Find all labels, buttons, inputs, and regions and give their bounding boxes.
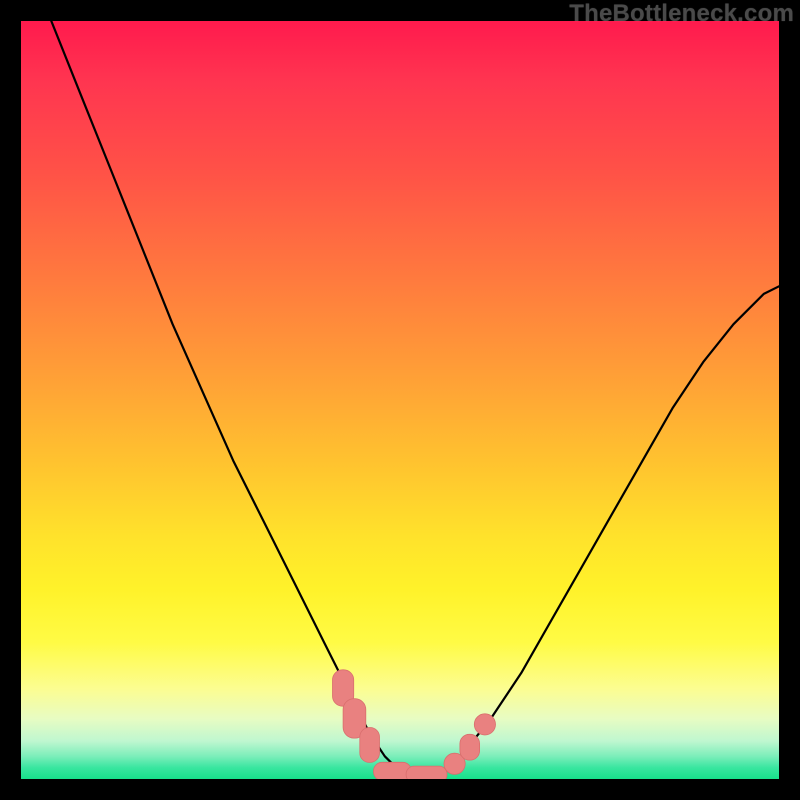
curve-marker bbox=[460, 734, 480, 760]
chart-frame bbox=[21, 21, 779, 779]
bottleneck-curve bbox=[51, 21, 779, 775]
watermark-label: TheBottleneck.com bbox=[569, 0, 794, 28]
chart-svg bbox=[21, 21, 779, 779]
curve-marker bbox=[406, 766, 447, 779]
curve-marker bbox=[374, 762, 412, 779]
curve-marker bbox=[474, 714, 495, 735]
curve-markers bbox=[333, 670, 496, 779]
curve-marker bbox=[360, 728, 380, 763]
